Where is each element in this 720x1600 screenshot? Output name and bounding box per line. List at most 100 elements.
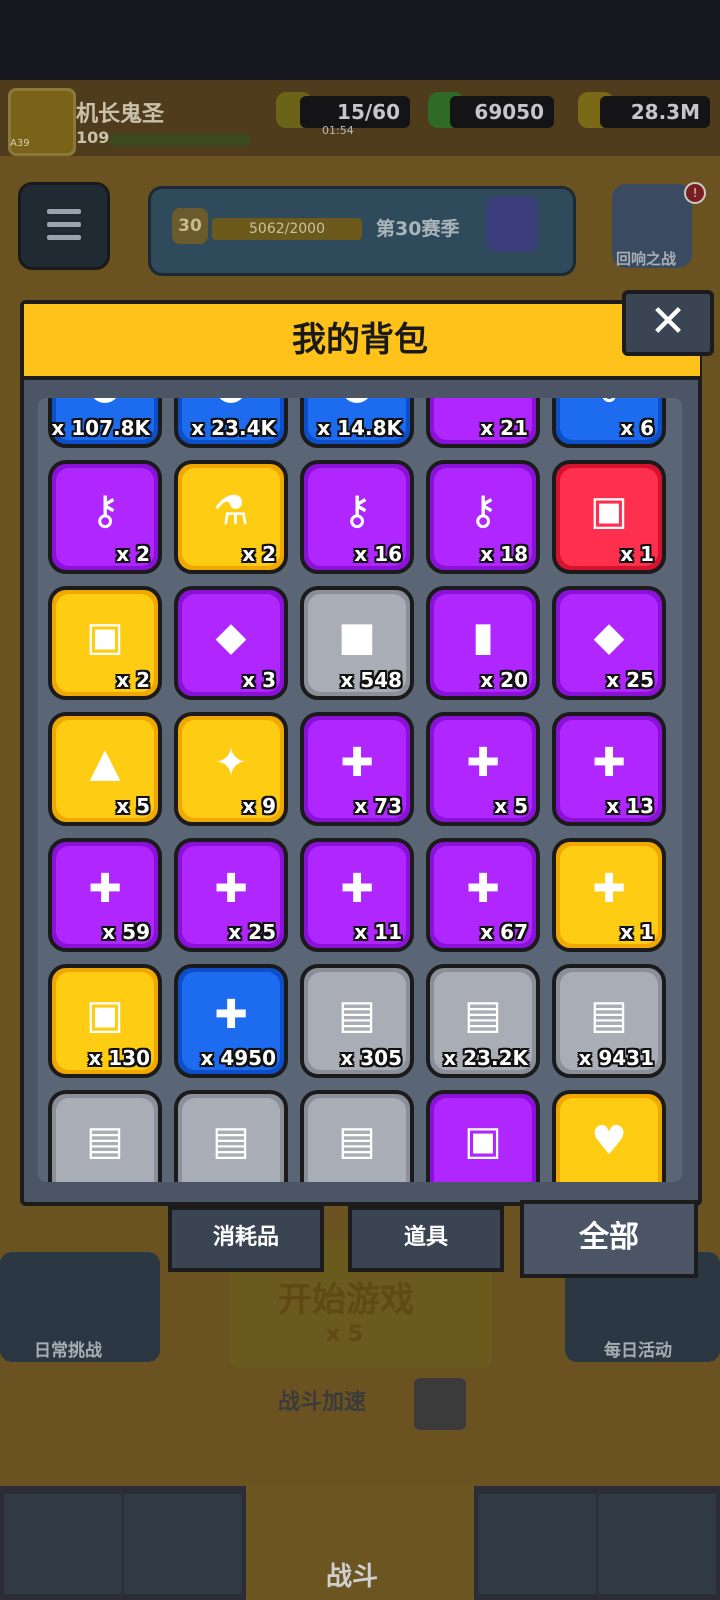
item-slot[interactable]: ✚ x 73 bbox=[300, 712, 414, 826]
item-count: x 9 bbox=[242, 794, 276, 818]
item-slot[interactable]: ✚ x 25 bbox=[174, 838, 288, 952]
gold-coin-icon: ● bbox=[202, 398, 260, 414]
item-slot[interactable]: ▲ x 5 bbox=[48, 712, 162, 826]
item-count: x 20 bbox=[480, 668, 528, 692]
potion-icon: ⚗ bbox=[213, 488, 249, 534]
silver-key-icon: ⚷ bbox=[580, 398, 638, 414]
tab-props[interactable]: 道具 bbox=[348, 1206, 504, 1272]
item-slot[interactable]: ⚷ x 18 bbox=[426, 460, 540, 574]
nav-shop-icon[interactable] bbox=[4, 1494, 122, 1594]
puzzle-hero-icon: ✚ bbox=[340, 740, 374, 786]
item-slot[interactable]: ● x 14.8K bbox=[300, 398, 414, 448]
s-puzzle-hero-icon: ✚ bbox=[592, 866, 626, 912]
item-slot[interactable]: ⚷ x 2 bbox=[48, 460, 162, 574]
player-name: 机长鬼圣 bbox=[76, 102, 165, 127]
coin-counter: 28.3M bbox=[600, 96, 710, 128]
item-slot[interactable]: ✚ x 5 bbox=[426, 712, 540, 826]
blueprint-armor-icon: ▤ bbox=[464, 992, 502, 1038]
tab-all[interactable]: 全部 bbox=[520, 1200, 698, 1278]
puzzle-hero-icon: ✚ bbox=[466, 740, 500, 786]
blueprint-necklace-icon: ▤ bbox=[590, 992, 628, 1038]
item-slot[interactable]: ▤ bbox=[174, 1090, 288, 1182]
item-slot[interactable]: ▣ bbox=[426, 1090, 540, 1182]
item-slot[interactable]: ◆ x 3 bbox=[174, 586, 288, 700]
avatar-level: A39 bbox=[10, 138, 30, 149]
menu-button[interactable] bbox=[18, 182, 110, 270]
season-badge-icon bbox=[486, 196, 538, 252]
item-count: x 2 bbox=[116, 668, 150, 692]
daily-challenge-label: 日常挑战 bbox=[34, 1341, 102, 1361]
item-slot[interactable]: ⚗ x 2 bbox=[174, 460, 288, 574]
item-count: x 25 bbox=[228, 920, 276, 944]
blueprint-belt-icon: ▤ bbox=[86, 1118, 124, 1164]
nav-heroes-icon[interactable] bbox=[478, 1494, 596, 1594]
triangle-gem-icon: ▲ bbox=[89, 740, 121, 786]
tab-consumables[interactable]: 消耗品 bbox=[168, 1206, 324, 1272]
season-level: 30 bbox=[172, 208, 208, 244]
item-count: x 2 bbox=[116, 542, 150, 566]
item-count: x 107.8K bbox=[51, 416, 150, 440]
item-slot[interactable]: ● x 107.8K bbox=[48, 398, 162, 448]
item-slot[interactable]: ▤ bbox=[48, 1090, 162, 1182]
item-slot[interactable]: ✚ x 4950 bbox=[174, 964, 288, 1078]
item-count: x 14.8K bbox=[317, 416, 402, 440]
item-slot[interactable]: ▬ x 21 bbox=[426, 398, 540, 448]
season-label: 第30赛季 bbox=[376, 218, 460, 240]
modal-title: 我的背包 bbox=[292, 320, 428, 360]
item-slot[interactable]: ▣ x 130 bbox=[48, 964, 162, 1078]
item-count: x 13 bbox=[606, 794, 654, 818]
item-slot[interactable]: ♥ bbox=[552, 1090, 666, 1182]
item-slot[interactable]: ▤ x 9431 bbox=[552, 964, 666, 1078]
nav-map-icon[interactable] bbox=[598, 1494, 716, 1594]
cylinder-icon: ▮ bbox=[471, 614, 494, 660]
energy-counter: 15/60 bbox=[300, 96, 410, 128]
item-count: x 25 bbox=[606, 668, 654, 692]
item-slot[interactable]: ✚ x 59 bbox=[48, 838, 162, 952]
item-slot[interactable]: ▣ x 2 bbox=[48, 586, 162, 700]
battle-speed-label: 战斗加速 bbox=[278, 1390, 367, 1415]
notification-dot: ! bbox=[684, 182, 706, 204]
item-slot[interactable]: ■ x 548 bbox=[300, 586, 414, 700]
purple-chest-icon: ▣ bbox=[464, 1118, 502, 1164]
item-count: x 3 bbox=[242, 668, 276, 692]
item-count: x 18 bbox=[480, 542, 528, 566]
item-slot[interactable]: ▮ x 20 bbox=[426, 586, 540, 700]
item-slot[interactable]: ✚ x 11 bbox=[300, 838, 414, 952]
item-count: x 6 bbox=[620, 416, 654, 440]
item-count: x 2 bbox=[242, 542, 276, 566]
close-button[interactable]: ✕ bbox=[622, 290, 714, 356]
item-count: x 23.2K bbox=[443, 1046, 528, 1070]
item-count: x 16 bbox=[354, 542, 402, 566]
season-progress: 5062/2000 bbox=[212, 218, 362, 240]
red-chest-icon: ▣ bbox=[590, 488, 628, 534]
blueprint-boots-icon: ▤ bbox=[338, 1118, 376, 1164]
item-slot[interactable]: ◆ x 25 bbox=[552, 586, 666, 700]
daily-activity-label: 每日活动 bbox=[604, 1341, 672, 1361]
item-slot[interactable]: ▤ x 23.2K bbox=[426, 964, 540, 1078]
item-slot[interactable]: ✚ x 1 bbox=[552, 838, 666, 952]
item-slot[interactable]: ✚ x 13 bbox=[552, 712, 666, 826]
item-slot[interactable]: ▤ bbox=[300, 1090, 414, 1182]
item-slot[interactable]: ⚷ x 16 bbox=[300, 460, 414, 574]
blueprint-weapon-icon: ▤ bbox=[338, 992, 376, 1038]
battle-speed-toggle[interactable] bbox=[414, 1378, 466, 1430]
star-icon: ✦ bbox=[214, 740, 248, 786]
item-count: x 11 bbox=[354, 920, 402, 944]
item-slot[interactable]: ● x 23.4K bbox=[174, 398, 288, 448]
menu-icon bbox=[47, 209, 81, 214]
item-slot[interactable]: ▤ x 305 bbox=[300, 964, 414, 1078]
item-count: x 548 bbox=[340, 668, 402, 692]
status-band bbox=[0, 0, 720, 80]
nav-equipment-icon[interactable] bbox=[124, 1494, 242, 1594]
bronze-coin-icon: ● bbox=[328, 398, 386, 414]
item-slot[interactable]: ⚷ x 6 bbox=[552, 398, 666, 448]
item-slot[interactable]: ✚ x 67 bbox=[426, 838, 540, 952]
item-slot[interactable]: ▣ x 1 bbox=[552, 460, 666, 574]
energy-timer: 01:54 bbox=[322, 124, 354, 137]
item-grid[interactable]: ● x 107.8K ● x 23.4K ● x 14.8K ▬ x 21 ⚷ x 6 ⚷ x 2 ⚗ x… bbox=[38, 398, 682, 1182]
item-slot[interactable]: ✦ x 9 bbox=[174, 712, 288, 826]
item-count: x 67 bbox=[480, 920, 528, 944]
start-game-label: 开始游戏 bbox=[278, 1280, 414, 1320]
blueprint-glove-icon: ▤ bbox=[212, 1118, 250, 1164]
player-level: 109 bbox=[76, 128, 110, 147]
